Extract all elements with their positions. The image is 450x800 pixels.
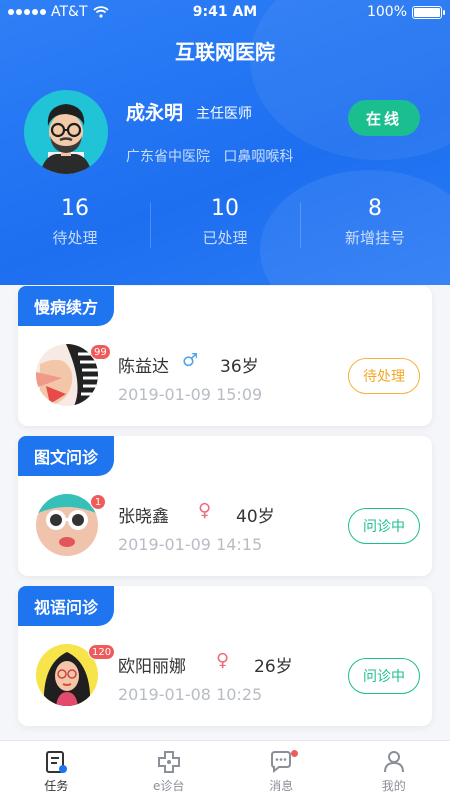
patient-name: 欧阳丽娜 [118,657,186,677]
female-icon: ♀ [198,500,212,521]
tab-tasks[interactable]: 任务 [0,741,113,800]
consult-datetime: 2019-01-08 10:25 [118,685,263,704]
tab-label: 我的 [381,779,406,793]
patient-age: 26岁 [254,657,293,677]
card-category-tag: 慢病续方 [18,286,114,326]
user-profile-icon [383,751,404,773]
tab-profile[interactable]: 我的 [338,741,450,800]
stat-label: 新增挂号 [344,229,405,247]
medical-cross-icon [157,751,180,773]
unread-badge: 99 [90,344,111,360]
tab-label: e诊台 [153,779,185,793]
stat-label: 待处理 [52,229,98,247]
status-button-pending[interactable]: 待处理 [348,358,420,394]
status-button-in-consult[interactable]: 问诊中 [348,508,420,544]
patient-name: 陈益达 [118,357,169,377]
stat-value: 16 [61,196,89,221]
tab-e-clinic[interactable]: e诊台 [113,741,226,800]
female-icon: ♀ [216,650,230,671]
header: AT&T 9:41 AM 100% 互联网医院 成永明 主任医师 广东省中医院 … [0,0,450,285]
online-status-button[interactable]: 在线 [348,100,420,136]
consult-card-text[interactable]: 图文问诊 1 张晓鑫 ♀ 40岁 2019-01-09 14:15 问诊中 [18,436,432,576]
patient-avatar [36,344,98,406]
patient-age: 36岁 [220,357,259,377]
tab-label: 任务 [44,779,69,793]
bottom-tab-bar: 任务 e诊台 消息 我的 [0,740,450,800]
stat-value: 10 [211,196,239,221]
stat-processed[interactable]: 10 已处理 [150,196,300,256]
stat-pending[interactable]: 16 待处理 [0,196,150,256]
doctor-affiliation: 广东省中医院 口鼻咽喉科 [126,146,293,166]
patient-age: 40岁 [236,507,275,527]
patient-avatar [36,494,98,556]
battery-icon [412,5,445,19]
doctor-title: 主任医师 [196,106,252,122]
page-title: 互联网医院 [175,40,275,64]
doctor-avatar-illustration [40,104,92,174]
stat-value: 8 [368,196,382,221]
consult-card-chronic[interactable]: 慢病续方 99 陈益达 ♂ 36岁 2019-01-09 15:09 待处理 [18,286,432,426]
stat-new-registrations[interactable]: 8 新增挂号 [300,196,450,256]
patient-name: 张晓鑫 [118,507,169,527]
doctor-avatar[interactable] [24,90,108,174]
stat-label: 已处理 [202,229,248,247]
battery-percent: 100% [366,4,407,20]
card-category-tag: 图文问诊 [18,436,114,476]
notification-dot [291,750,298,757]
task-list-icon [46,751,68,773]
tab-messages[interactable]: 消息 [225,741,338,800]
stats-row: 16 待处理 10 已处理 8 新增挂号 [0,196,450,256]
card-category-tag: 视语问诊 [18,586,114,626]
consult-card-video[interactable]: 视语问诊 120 欧阳丽娜 ♀ 26岁 2019-01-08 10:25 问诊中 [18,586,432,726]
male-icon: ♂ [182,350,199,371]
unread-badge: 1 [90,494,106,510]
department-name: 口鼻咽喉科 [223,149,294,165]
unread-badge: 120 [88,644,116,660]
doctor-name: 成永明 [126,102,184,124]
consult-datetime: 2019-01-09 14:15 [118,535,263,554]
hospital-name: 广东省中医院 [126,149,210,165]
status-button-in-consult[interactable]: 问诊中 [348,658,420,694]
consult-datetime: 2019-01-09 15:09 [118,385,263,404]
status-bar: AT&T 9:41 AM 100% [0,0,450,26]
tab-label: 消息 [269,779,294,793]
